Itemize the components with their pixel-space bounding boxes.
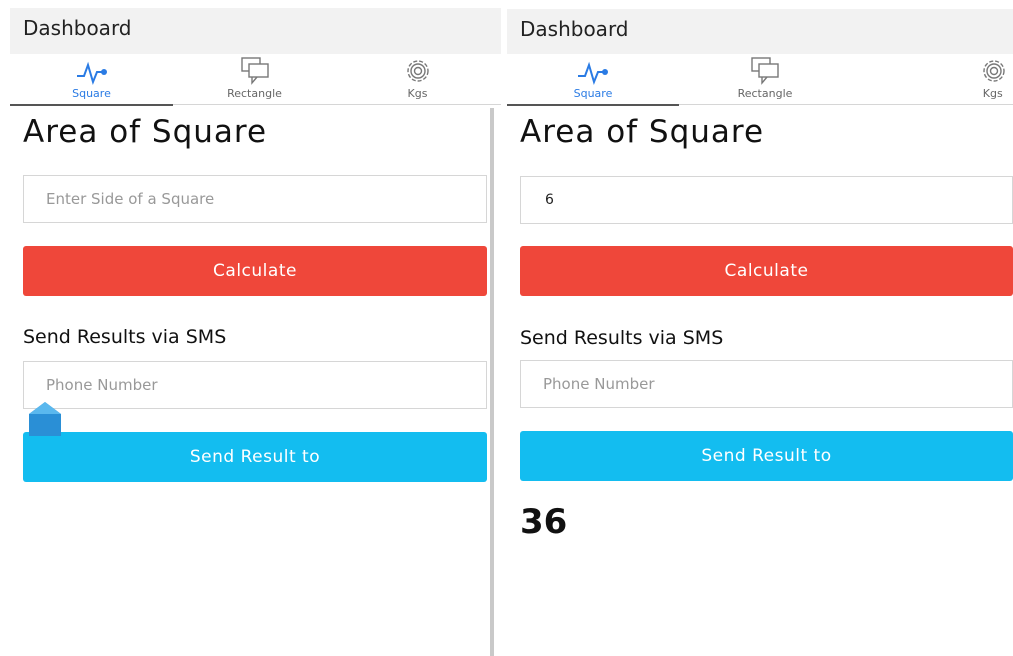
tab-label: Kgs: [982, 87, 1003, 100]
phone-input[interactable]: Phone Number: [23, 361, 487, 409]
tab-square[interactable]: Square: [507, 54, 679, 106]
tab-label: Rectangle: [227, 87, 282, 100]
pulse-icon: [578, 61, 608, 86]
screen-before: Dashboard Square Rectangle Kgs Area of S…: [0, 0, 501, 656]
chat-bubbles-icon: [240, 57, 269, 85]
app-title: Dashboard: [520, 17, 629, 41]
tab-label: Square: [573, 87, 613, 100]
app-bar: Dashboard: [507, 9, 1013, 54]
tab-label: Kgs: [407, 87, 428, 100]
calculate-button[interactable]: Calculate: [520, 246, 1013, 296]
screen-divider: [490, 108, 494, 656]
gear-icon: [982, 60, 1005, 82]
tab-bar: Square Rectangle Kgs: [507, 54, 1013, 106]
tab-kgs[interactable]: Kgs: [851, 54, 1013, 104]
tab-rectangle[interactable]: Rectangle: [173, 54, 336, 104]
tab-rectangle[interactable]: Rectangle: [679, 54, 851, 104]
area-result: 36: [520, 502, 568, 542]
tab-square[interactable]: Square: [10, 54, 173, 106]
tab-label: Rectangle: [737, 87, 793, 100]
sms-heading: Send Results via SMS: [520, 327, 724, 349]
app-bar: Dashboard: [10, 8, 501, 54]
calculate-button[interactable]: Calculate: [23, 246, 487, 296]
sms-heading: Send Results via SMS: [23, 326, 227, 348]
gear-icon: [406, 60, 429, 82]
tab-bar: Square Rectangle Kgs: [10, 54, 501, 106]
side-input[interactable]: Enter Side of a Square: [23, 175, 487, 223]
pulse-icon: [76, 61, 107, 86]
page-title: Area of Square: [23, 114, 268, 150]
send-result-button[interactable]: Send Result to: [23, 432, 487, 482]
side-input[interactable]: 6: [520, 176, 1013, 224]
screen-after: Dashboard Square Rectangle Kgs Area of S…: [507, 0, 1013, 656]
send-result-button[interactable]: Send Result to: [520, 431, 1013, 481]
app-title: Dashboard: [23, 16, 132, 40]
text-cursor-handle-icon[interactable]: [25, 400, 65, 440]
active-tab-indicator: [507, 104, 679, 106]
tab-kgs[interactable]: Kgs: [336, 54, 499, 104]
tab-label: Square: [72, 87, 111, 100]
active-tab-indicator: [10, 104, 173, 106]
page-title: Area of Square: [520, 114, 765, 150]
phone-input[interactable]: Phone Number: [520, 360, 1013, 408]
chat-bubbles-icon: [751, 57, 779, 85]
